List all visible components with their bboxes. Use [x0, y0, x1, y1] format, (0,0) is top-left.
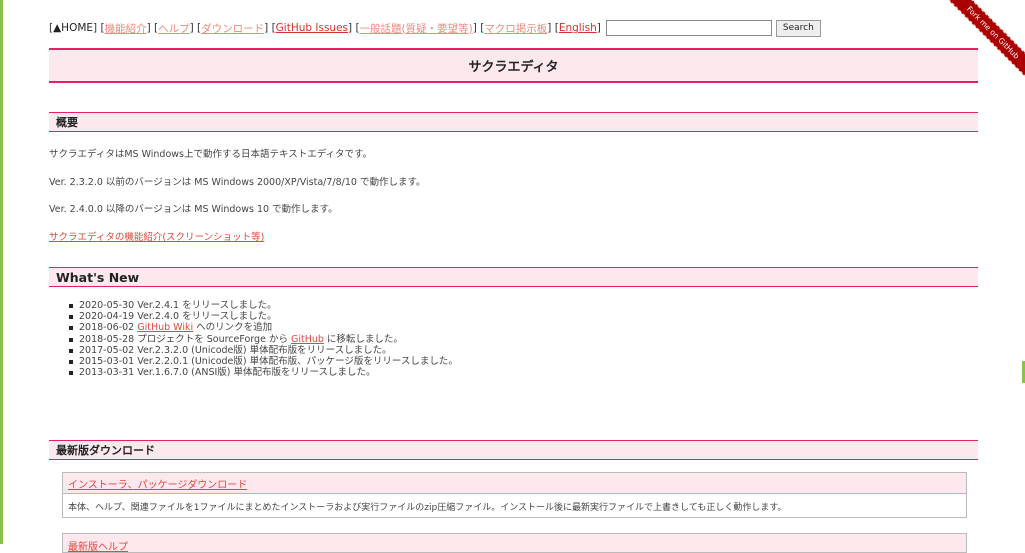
list-item: 2015-03-01 Ver.2.2.0.1 (Unicode版) 単体配布版、… [69, 355, 458, 367]
page-title: サクラエディタ [49, 48, 978, 83]
list-item: 2020-04-19 Ver.2.4.0 をリリースしました。 [69, 311, 458, 322]
list-item: 2018-06-02 GitHub Wiki へのリンクを追加 [69, 322, 458, 333]
list-item: 2018-05-28 プロジェクトを SourceForge から GitHub… [69, 334, 458, 345]
overview-line: Ver. 2.4.0.0 以降のバージョンは MS Windows 10 で動作… [49, 204, 338, 215]
nav-github-issues[interactable]: GitHub Issues [276, 22, 348, 34]
search-button[interactable]: Search [775, 19, 821, 37]
nav-home[interactable]: ▲HOME [53, 22, 93, 34]
download-box-title: インストーラ、パッケージダウンロード [63, 473, 966, 494]
github-wiki-link[interactable]: GitHub Wiki [137, 322, 193, 333]
nav-help[interactable]: ヘルプ [158, 21, 190, 36]
overview-heading: 概要 [49, 112, 978, 132]
list-item: 2020-05-30 Ver.2.4.1 をリリースしました。 [69, 300, 458, 311]
nav-forum[interactable]: 一般話題(質疑・要望等) [360, 21, 473, 36]
left-edge-bar [0, 0, 3, 544]
download-box: インストーラ、パッケージダウンロード 本体、ヘルプ、関連ファイルを1ファイルにま… [62, 472, 967, 518]
list-item: 2013-03-31 Ver.1.6.7.0 (ANSI版) 単体配布版をリリー… [69, 367, 458, 378]
installer-download-link[interactable]: インストーラ、パッケージダウンロード [68, 476, 247, 491]
nav-macro[interactable]: マクロ掲示板 [484, 21, 547, 36]
downloads-heading: 最新版ダウンロード [49, 440, 978, 460]
github-link[interactable]: GitHub [291, 334, 324, 345]
overview-line: Ver. 2.3.2.0 以前のバージョンは MS Windows 2000/X… [49, 177, 426, 188]
list-item: 2017-05-02 Ver.2.3.2.0 (Unicode版) 単体配布版を… [69, 345, 458, 356]
whats-new-heading: What's New [49, 267, 978, 287]
overview-line: サクラエディタはMS Windows上で動作する日本語テキストエディタです。 [49, 149, 373, 160]
features-link[interactable]: サクラエディタの機能紹介(スクリーンショット等) [49, 229, 264, 243]
search-input[interactable] [605, 20, 772, 36]
download-box-next: 最新版ヘルプ [62, 533, 967, 553]
nav-english[interactable]: English [559, 22, 597, 34]
news-list: 2020-05-30 Ver.2.4.1 をリリースしました。 2020-04-… [49, 300, 458, 378]
download-box-description: 本体、ヘルプ、関連ファイルを1ファイルにまとめたインストーラおよび実行ファイルの… [68, 502, 787, 513]
nav-features[interactable]: 機能紹介 [105, 21, 147, 36]
nav-download[interactable]: ダウンロード [201, 21, 264, 36]
top-navigation: [▲HOME] [機能紹介] [ヘルプ] [ダウンロード] [GitHub Is… [49, 19, 821, 37]
